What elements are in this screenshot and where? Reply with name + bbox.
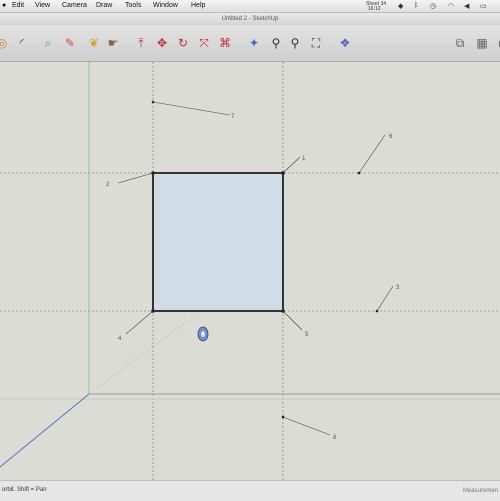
menu-draw[interactable]: Draw [96,2,112,9]
blue-axis [0,393,90,468]
move-icon[interactable]: ✥ [154,35,170,51]
status-clock-line2: 16:12 [368,6,381,12]
push-pull-icon[interactable]: ⤒ [133,35,149,51]
battery-icon[interactable]: ▭ [480,2,487,10]
corner-point[interactable] [151,171,155,175]
window-title-bar: Untitled 2 - SketchUp [0,13,500,25]
sections-icon[interactable]: ▦ [474,35,490,51]
arc-icon[interactable]: ◜ [14,35,30,51]
point-label-8: 8 [333,435,337,441]
guide-point[interactable] [281,415,285,419]
square-face[interactable] [152,172,284,312]
menu-camera[interactable]: Camera [62,2,87,9]
point-label-3: 3 [396,285,400,291]
guide-point[interactable] [375,309,379,313]
offset-icon[interactable]: ⌘ [217,35,233,51]
drawing-viewport[interactable]: 1 2 3 4 5 6 7 8 [0,62,500,480]
measurements-label: Measuremen [462,488,498,494]
orbit-icon[interactable]: ◎ [0,35,10,51]
point-label-4: 4 [118,336,122,342]
point-label-6: 6 [389,134,393,140]
model-canvas[interactable]: 1 2 3 4 5 6 7 8 [0,62,500,480]
orbit-cursor-icon [197,326,209,342]
scale-icon[interactable]: ⤧ [196,35,212,51]
menu-edit[interactable]: Edit [12,2,24,9]
wifi-icon[interactable]: ◠ [448,2,454,10]
menu-help[interactable]: Help [191,2,205,9]
menu-tools[interactable]: Tools [125,2,141,9]
leader-line-3 [376,285,394,312]
more-tools-icon[interactable]: ▸ [494,35,500,51]
point-label-2: 2 [106,182,110,188]
leader-line-5 [282,310,303,331]
point-label-7: 7 [231,114,235,120]
leader-line-6 [358,134,386,174]
point-label-1: 1 [302,156,306,162]
pencil-icon[interactable]: ✎ [62,35,78,51]
window-title: Untitled 2 - SketchUp [221,16,279,22]
menu-window[interactable]: Window [153,2,178,9]
paint-bucket-icon[interactable]: ❦ [86,35,102,51]
select-icon[interactable]: ✦ [246,35,262,51]
leader-line-2 [117,172,154,184]
dropbox-icon[interactable]: ◆ [398,2,403,10]
guide-point[interactable] [357,171,361,175]
leader-line-8 [282,416,331,436]
zoom-extents-icon[interactable]: ⛶ [308,35,324,51]
menu-bar: ● Edit View Camera Draw Tools Window Hel… [0,0,500,13]
bluetooth-icon[interactable]: ᛒ [414,2,418,9]
components-icon[interactable]: ❖ [337,35,353,51]
corner-point[interactable] [281,171,285,175]
menu-apple[interactable]: ● [2,2,6,9]
corner-point[interactable] [151,309,155,313]
shadows-icon[interactable]: ⧉ [452,35,468,51]
point-label-5: 5 [305,332,309,338]
menu-view[interactable]: View [35,2,50,9]
volume-icon[interactable]: ◀ [464,2,469,10]
blue-axis-dotted [88,311,201,395]
status-hint: orbit. Shift = Pan [2,487,47,493]
leader-line-7 [152,101,231,116]
hand-icon[interactable]: ☛ [105,35,121,51]
corner-point[interactable] [281,309,285,313]
leader-line-1 [282,156,301,174]
status-bar: orbit. Shift = Pan Measuremen [0,480,500,501]
zoom-icon[interactable]: ⚲ [268,35,284,51]
leader-line-4 [125,310,154,335]
guide-point[interactable] [151,100,155,104]
time-machine-icon[interactable]: ◷ [430,2,436,10]
rotate-icon[interactable]: ↻ [175,35,191,51]
search-icon[interactable]: ⌕ [40,35,56,51]
toolbar: ◎ ◜ ⌕ ✎ ❦ ☛ ⤒ ✥ ↻ ⤧ ⌘ ✦ ⚲ ⚲ ⛶ ❖ ⧉ ▦ ▸ [0,25,500,62]
zoom-window-icon[interactable]: ⚲ [287,35,303,51]
